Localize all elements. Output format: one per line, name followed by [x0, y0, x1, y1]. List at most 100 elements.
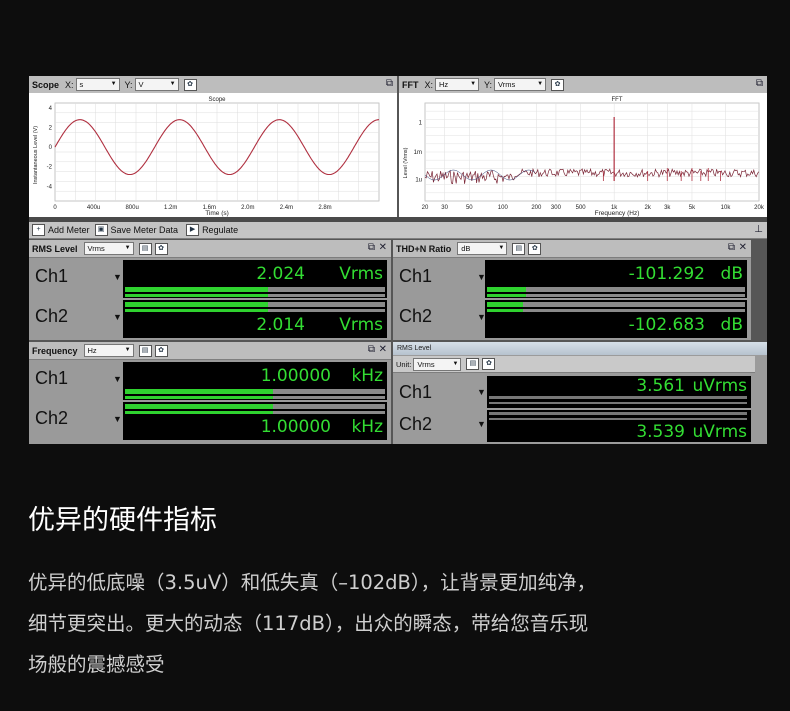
level-fill	[125, 396, 274, 399]
unit-select[interactable]: Vrms ▼	[413, 357, 462, 371]
settings-icon[interactable]: ✿	[154, 242, 168, 255]
ch2-label: Ch2	[35, 306, 68, 327]
fft-x-axis-label: Frequency (Hz)	[595, 210, 640, 217]
x-tick-label: 2.4m	[280, 205, 293, 211]
y-unit-select[interactable]: V ▼	[134, 78, 179, 91]
x-label: X:	[424, 79, 434, 90]
chevron-down-icon: ▼	[537, 81, 544, 87]
x-tick-label: 2.0m	[241, 205, 254, 211]
chart-icon[interactable]: ▤	[138, 242, 152, 255]
ch2-level-bar-a	[125, 302, 385, 307]
chevron-down-icon: ▼	[169, 81, 176, 87]
popout-icon[interactable]: ⧉	[728, 242, 735, 253]
ch2-unit: kHz	[351, 417, 383, 437]
chart-icon[interactable]: ▤	[512, 242, 526, 255]
close-icon[interactable]: ✕	[739, 242, 747, 253]
chart-icon[interactable]: ▤	[138, 344, 152, 357]
frequency-panel: Frequency Hz ▼ ▤ ✿ ⧉ ✕ Ch1 ▼ 1.00000 kHz …	[29, 342, 391, 444]
save-meter-data-button[interactable]: Save Meter Data	[111, 225, 179, 235]
settings-icon[interactable]: ✿	[154, 344, 168, 357]
x-tick-label: 200	[531, 205, 542, 211]
regulate-button[interactable]: Regulate	[202, 225, 238, 235]
ch1-bar-b	[489, 402, 747, 404]
level-fill	[487, 302, 524, 307]
ch2-meter: 1.00000 kHz	[123, 402, 387, 440]
ch2-dropdown[interactable]: ▼	[477, 419, 486, 429]
ch1-dropdown[interactable]: ▼	[113, 272, 122, 282]
y-tick-label: -4	[47, 184, 53, 190]
frequency-toolbar: Frequency Hz ▼ ▤ ✿ ⧉ ✕	[29, 342, 391, 360]
x-tick-label: 50	[466, 205, 473, 211]
x-unit-select[interactable]: Hz ▼	[435, 78, 480, 91]
ch2-meter: 3.539 uVrms	[487, 410, 751, 442]
ch2-level-bar-a	[125, 404, 385, 409]
x-tick-label: 2.8m	[318, 205, 331, 211]
ch2-unit: Vrms	[339, 315, 383, 335]
popout-icon[interactable]: ⧉	[386, 78, 393, 89]
ch1-value: 3.561	[636, 376, 685, 396]
play-icon: ▶	[186, 224, 200, 236]
ch1-level-bar-b	[487, 294, 745, 297]
ch2-bar-b	[489, 418, 747, 420]
settings-icon[interactable]: ✿	[528, 242, 542, 255]
add-icon: +	[32, 224, 45, 236]
level-fill	[125, 411, 274, 414]
x-tick-label: 20k	[754, 205, 765, 211]
popout-icon[interactable]: ⧉	[368, 242, 375, 253]
meter-toolbar: + Add Meter ▣ Save Meter Data ▶ Regulate…	[29, 222, 767, 239]
x-tick-label: 30	[441, 205, 448, 211]
x-tick-label: 800u	[125, 205, 138, 211]
x-unit-select[interactable]: s ▼	[75, 78, 120, 91]
y-unit-select[interactable]: Vrms ▼	[494, 78, 547, 91]
x-tick-label: 3k	[664, 205, 671, 211]
close-icon[interactable]: ✕	[379, 242, 387, 253]
ch1-dropdown[interactable]: ▼	[113, 374, 122, 384]
popout-icon[interactable]: ⧉	[368, 344, 375, 355]
window-titlebar[interactable]: RMS Level	[393, 342, 767, 355]
ch2-dropdown[interactable]: ▼	[113, 312, 122, 322]
y-tick-label: 1u	[415, 177, 422, 183]
chart-icon[interactable]: ▤	[466, 358, 480, 370]
x-tick-label: 400u	[87, 205, 100, 211]
unit-select[interactable]: Vrms ▼	[83, 242, 134, 255]
level-fill	[125, 287, 268, 292]
ch1-meter: 3.561 uVrms	[487, 376, 751, 408]
ch2-meter: -102.683 dB	[485, 300, 747, 338]
ch2-value: 1.00000	[260, 417, 331, 437]
y-tick-label: 1m	[414, 150, 422, 156]
settings-icon[interactable]: ✿	[551, 78, 565, 91]
ch1-value: -101.292	[628, 264, 705, 284]
frequency-title: Frequency	[32, 345, 78, 356]
ch1-label: Ch1	[399, 266, 432, 287]
ch2-label: Ch2	[35, 408, 68, 429]
ch1-bar-a	[489, 396, 747, 399]
x-tick-label: 5k	[689, 205, 696, 211]
close-icon[interactable]: ✕	[379, 344, 387, 355]
thd-title: THD+N Ratio	[396, 243, 452, 254]
chevron-down-icon: ▼	[124, 245, 131, 251]
rms-level2-toolbar: Unit: Vrms ▼ ▤ ✿	[393, 356, 755, 373]
unit-select[interactable]: Hz ▼	[83, 344, 134, 357]
ch2-level-bar-b	[487, 309, 745, 312]
settings-icon[interactable]: ✿	[183, 78, 197, 91]
settings-icon[interactable]: ✿	[482, 358, 496, 370]
x-tick-label: 300	[551, 205, 562, 211]
level-fill	[125, 404, 274, 409]
ch2-value: -102.683	[628, 315, 705, 335]
y-unit-value: Vrms	[498, 80, 516, 89]
ch1-label-text: Ch1	[399, 266, 433, 286]
section-heading: 优异的硬件指标	[28, 505, 217, 536]
thd-panel: THD+N Ratio dB ▼ ▤ ✿ ⧉ ✕ Ch1 ▼ -101.292 d…	[393, 240, 751, 340]
add-meter-button[interactable]: Add Meter	[48, 225, 90, 235]
window-title: RMS Level	[397, 345, 432, 352]
unit-select[interactable]: dB ▼	[457, 242, 508, 255]
pin-icon[interactable]: ⊥	[754, 224, 763, 235]
popout-icon[interactable]: ⧉	[756, 78, 763, 89]
ch2-dropdown[interactable]: ▼	[113, 414, 122, 424]
ch1-dropdown[interactable]: ▼	[477, 387, 486, 397]
scope-title: Scope	[32, 79, 60, 90]
analyzer-window: Scope X: s ▼ Y: V ▼ ✿ ⧉ Scope 4 2 0 -2 -4 0 400…	[29, 76, 767, 444]
ch1-label-text: Ch1	[35, 368, 69, 388]
ch2-meter: 2.014 Vrms	[123, 300, 387, 338]
rms-level-panel: RMS Level Vrms ▼ ▤ ✿ ⧉ ✕ Ch1 ▼ 2.024 Vrms…	[29, 240, 391, 340]
